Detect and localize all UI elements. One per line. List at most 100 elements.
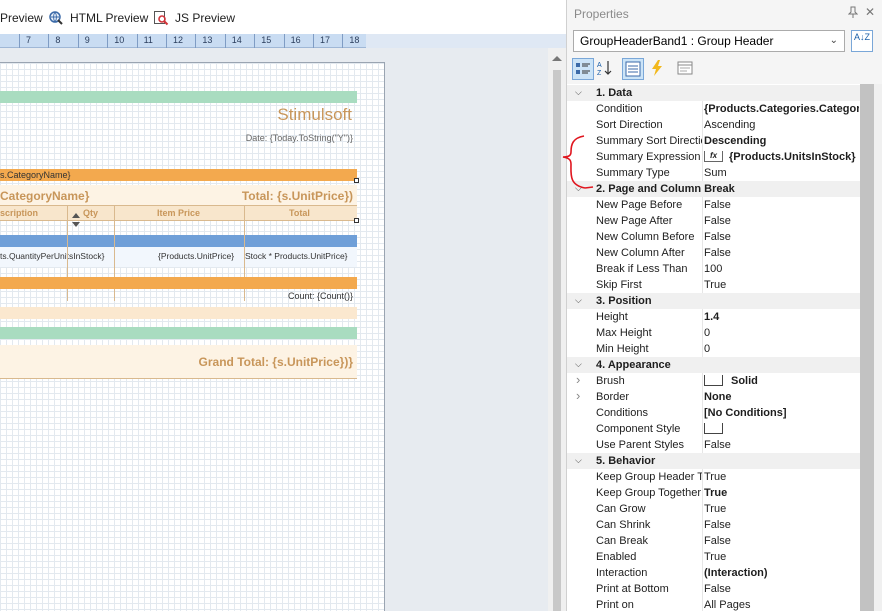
property-value[interactable]: {Products.Categories.CategoryName} xyxy=(704,103,859,115)
column-total[interactable]: Total xyxy=(289,208,310,218)
property-row[interactable]: › Border None xyxy=(567,388,860,405)
property-row[interactable]: Use Parent Styles False xyxy=(567,437,860,453)
group-total-text[interactable]: Total: {s.UnitPrice}) xyxy=(242,189,353,203)
html-preview-button[interactable]: HTML Preview xyxy=(48,8,148,28)
property-row[interactable]: Max Height 0 xyxy=(567,325,860,341)
property-value[interactable]: Ascending xyxy=(704,119,859,131)
price-field-text[interactable]: {Products.UnitPrice} xyxy=(158,251,234,261)
expand-chevron-icon[interactable]: › xyxy=(576,372,580,387)
property-value[interactable]: Sum xyxy=(704,167,859,179)
property-value[interactable]: Descending xyxy=(704,135,859,147)
collapse-chevron-icon[interactable]: ⌵ xyxy=(575,455,582,466)
report-title-band-header[interactable] xyxy=(0,91,357,103)
categorized-view-button[interactable] xyxy=(572,58,594,80)
property-value[interactable]: True xyxy=(704,487,859,499)
property-category[interactable]: ⌵ 4. Appearance xyxy=(567,357,860,373)
property-value[interactable]: True xyxy=(704,503,859,515)
property-row[interactable]: New Column After False xyxy=(567,245,860,261)
property-row[interactable]: Min Height 0 xyxy=(567,341,860,357)
property-value[interactable]: 1.4 xyxy=(704,311,859,323)
collapse-chevron-icon[interactable]: ⌵ xyxy=(575,359,582,370)
property-value[interactable]: [No Conditions] xyxy=(704,407,859,419)
category-field-text[interactable]: s.CategoryName} xyxy=(0,170,71,180)
property-row[interactable]: Can Grow True xyxy=(567,501,860,517)
property-value[interactable]: False xyxy=(704,535,859,547)
property-row[interactable]: Print at Bottom False xyxy=(567,581,860,597)
property-row[interactable]: New Page Before False xyxy=(567,197,860,213)
move-handle-icon[interactable] xyxy=(71,213,81,227)
properties-tab-button[interactable] xyxy=(622,58,644,80)
column-item-price[interactable]: Item Price xyxy=(157,208,200,218)
property-row[interactable]: Break if Less Than 100 xyxy=(567,261,860,277)
property-row[interactable]: Skip First True xyxy=(567,277,860,293)
column-qty[interactable]: Qty xyxy=(83,208,98,218)
property-value[interactable]: False xyxy=(704,519,859,531)
preview-button[interactable]: Preview xyxy=(0,8,43,28)
property-value[interactable]: 0 xyxy=(704,343,859,355)
count-text[interactable]: Count: {Count()} xyxy=(288,291,353,301)
qty-field-text[interactable]: ts.QuantityPerUnitsInStock} xyxy=(0,251,104,261)
property-row[interactable]: Can Shrink False xyxy=(567,517,860,533)
property-row[interactable]: Enabled True xyxy=(567,549,860,565)
property-value[interactable]: False xyxy=(704,583,859,595)
property-category[interactable]: ⌵ 5. Behavior xyxy=(567,453,860,469)
property-row[interactable]: Summary Expression fx {Products.UnitsInSto… xyxy=(567,149,860,165)
property-value[interactable]: False xyxy=(704,215,859,227)
property-row[interactable]: New Page After False xyxy=(567,213,860,229)
property-row[interactable]: Can Break False xyxy=(567,533,860,549)
category-name-text[interactable]: CategoryName} xyxy=(0,189,89,203)
total-field-text[interactable]: Stock * Products.UnitPrice} xyxy=(245,251,348,261)
property-value[interactable]: False xyxy=(704,247,859,259)
property-value[interactable]: None xyxy=(704,391,859,403)
property-category[interactable]: ⌵ 2. Page and Column Break xyxy=(567,181,860,197)
report-page[interactable]: Stimulsoft Date: {Today.ToString("Y")} s… xyxy=(0,62,385,611)
property-value[interactable]: True xyxy=(704,471,859,483)
property-row[interactable]: Keep Group Header TogetherTrue xyxy=(567,469,860,485)
report-summary-band[interactable] xyxy=(0,327,357,339)
data-band-header[interactable] xyxy=(0,235,357,247)
property-row[interactable]: New Column Before False xyxy=(567,229,860,245)
property-value[interactable]: All Pages xyxy=(704,599,859,611)
resize-handle[interactable] xyxy=(354,178,359,183)
property-row[interactable]: Keep Group Together True xyxy=(567,485,860,501)
sort-alphabetical-button[interactable]: A↓Z xyxy=(851,30,873,52)
close-icon[interactable]: ✕ xyxy=(865,5,875,19)
property-category[interactable]: ⌵ 3. Position xyxy=(567,293,860,309)
property-value[interactable]: fx {Products.UnitsInStock} xyxy=(704,151,859,163)
date-text[interactable]: Date: {Today.ToString("Y")} xyxy=(246,133,353,143)
pin-icon[interactable] xyxy=(847,6,859,18)
resize-handle[interactable] xyxy=(354,218,359,223)
events-tab-button[interactable] xyxy=(647,58,669,80)
property-row[interactable]: Component Style xyxy=(567,421,860,437)
property-value[interactable] xyxy=(704,423,859,435)
property-row[interactable]: Print on All Pages xyxy=(567,597,860,611)
collapse-chevron-icon[interactable]: ⌵ xyxy=(575,295,582,306)
property-value[interactable]: Solid xyxy=(704,375,859,387)
scrollbar-thumb[interactable] xyxy=(860,84,874,611)
grand-total-text[interactable]: Grand Total: {s.UnitPrice})} xyxy=(199,355,353,369)
property-value[interactable]: True xyxy=(704,279,859,291)
alphabetical-view-button[interactable]: A Z xyxy=(595,58,617,80)
property-category[interactable]: ⌵ 1. Data xyxy=(567,85,860,101)
report-designer-canvas[interactable]: Stimulsoft Date: {Today.ToString("Y")} s… xyxy=(0,48,548,611)
js-preview-button[interactable]: JS Preview xyxy=(153,8,235,28)
component-selector[interactable]: GroupHeaderBand1 : Group Header ⌄ xyxy=(573,30,845,52)
property-grid-scrollbar[interactable] xyxy=(860,84,882,611)
property-row[interactable]: Conditions [No Conditions] xyxy=(567,405,860,421)
color-swatch[interactable] xyxy=(704,375,723,387)
expression-icon[interactable]: fx xyxy=(704,151,723,163)
property-pages-button[interactable] xyxy=(675,58,697,80)
property-value[interactable]: False xyxy=(704,231,859,243)
property-value[interactable]: (Interaction) xyxy=(704,567,859,579)
group-footer-band[interactable] xyxy=(0,277,357,289)
property-value[interactable]: False xyxy=(704,199,859,211)
scroll-up-icon[interactable] xyxy=(552,56,562,61)
property-row[interactable]: Summary Sort Direction Descending xyxy=(567,133,860,149)
property-value[interactable]: True xyxy=(704,551,859,563)
company-name-text[interactable]: Stimulsoft xyxy=(277,105,352,125)
property-row[interactable]: Sort Direction Ascending xyxy=(567,117,860,133)
property-value[interactable]: 100 xyxy=(704,263,859,275)
property-value[interactable]: 0 xyxy=(704,327,859,339)
expand-chevron-icon[interactable]: › xyxy=(576,388,580,403)
property-value[interactable]: False xyxy=(704,439,859,451)
